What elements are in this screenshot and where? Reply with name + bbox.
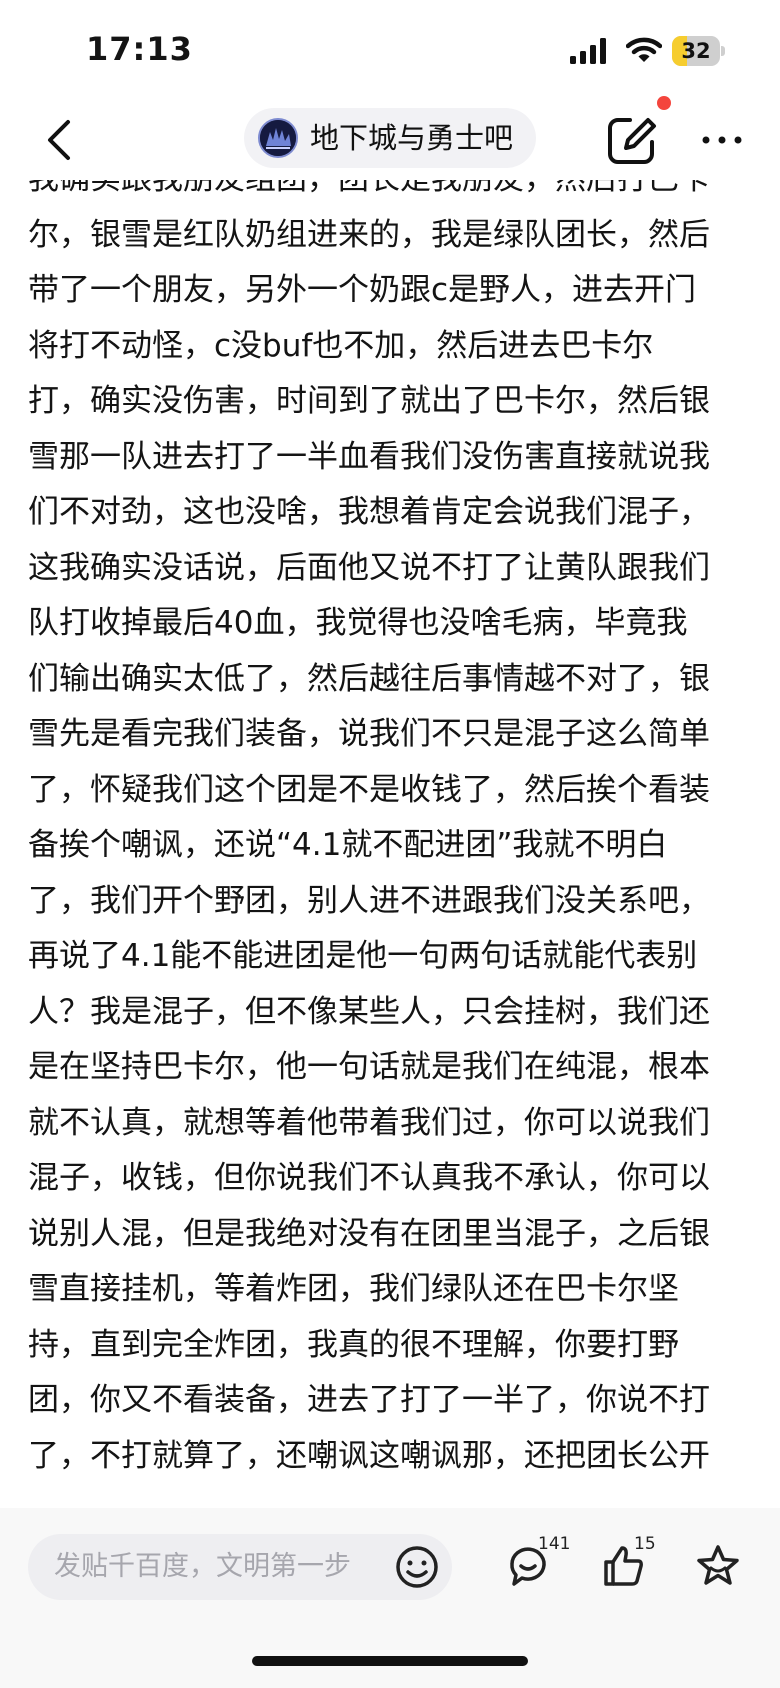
post-line: 了，怀疑我们这个团是不是收钱了，然后挨个看装 (28, 771, 710, 808)
post-line: 们输出确实太低了，然后越往后事情越不对了，银 (28, 660, 710, 697)
back-icon[interactable] (40, 116, 80, 164)
bottom-bar: 发贴千百度，文明第一步 141 15 (0, 1508, 780, 1688)
favorite-button[interactable] (690, 1536, 750, 1596)
reply-placeholder: 发贴千百度，文明第一步 (54, 1551, 351, 1582)
forum-name: 地下城与勇士吧 (310, 121, 514, 155)
post-line: 带了一个朋友，另外一个奶跟c是野人，进去开门 (28, 272, 697, 308)
reply-input[interactable]: 发贴千百度，文明第一步 (28, 1534, 452, 1600)
post-line: 团，你又不看装备，进去了打了一半了，你说不打 (28, 1382, 710, 1418)
nav-bar: 地下城与勇士吧 (0, 100, 780, 180)
notification-dot (657, 96, 671, 110)
battery-indicator: 32 (672, 36, 725, 66)
post-line: 打，确实没伤害，时间到了就出了巴卡尔，然后银 (28, 383, 710, 419)
post-line: 尔，银雪是红队奶组进来的，我是绿队团长，然后 (28, 216, 710, 253)
status-bar: 17:13 32 (0, 0, 780, 100)
post-line: 们不对劲，这也没啥，我想着肯定会说我们混子， (28, 494, 710, 530)
signal-icon (570, 38, 606, 64)
post-line: 这我确实没话说，后面他又说不打了让黄队跟我们 (28, 549, 710, 586)
more-icon[interactable] (698, 122, 746, 158)
post-line: 队打收掉最后40血，我觉得也没啥毛病，毕竟我 (28, 605, 688, 641)
comment-button[interactable]: 141 (500, 1534, 570, 1596)
post-line: 雪直接挂机，等着炸团，我们绿队还在巴卡尔坚 (28, 1271, 679, 1307)
forum-title-pill[interactable]: 地下城与勇士吧 (244, 108, 536, 168)
post-text: 我确实跟我朋友组团，团长是我朋友，然后打巴卡尔，银雪是红队奶组进来的，我是绿队团… (28, 180, 752, 1484)
post-line: 人？我是混子，但不像某些人，只会挂树，我们还 (28, 993, 710, 1030)
home-indicator (252, 1656, 528, 1666)
post-line: 雪那一队进去打了一半血看我们没伤害直接就说我 (28, 438, 710, 475)
post-line: 混子，收钱，但你说我们不认真我不承认，你可以 (28, 1160, 710, 1196)
post-line: 将打不动怪，c没buf也不加，然后进去巴卡尔 (28, 327, 654, 364)
star-icon (697, 1545, 739, 1585)
like-button[interactable]: 15 (596, 1534, 656, 1596)
post-line: 我确实跟我朋友组团，团长是我朋友，然后打巴卡 (28, 180, 752, 208)
emoji-icon[interactable] (394, 1544, 440, 1590)
wifi-icon (626, 37, 662, 62)
post-line: 了，不打就算了，还嘲讽这嘲讽那，还把团长公开 (28, 1437, 710, 1474)
post-line: 持，直到完全炸团，我真的很不理解，你要打野 (28, 1326, 679, 1363)
post-line: 雪先是看完我们装备，说我们不只是混子这么简单 (28, 716, 710, 752)
post-line: 是在坚持巴卡尔，他一句话就是我们在纯混，根本 (28, 1049, 710, 1085)
post-line: 了，我们开个野团，别人进不进跟我们没关系吧， (28, 882, 710, 919)
like-count: 15 (634, 1534, 656, 1554)
status-time: 17:13 (86, 30, 193, 68)
post-line: 备挨个嘲讽，还说“4.1就不配进团”我就不明白 (28, 827, 668, 863)
forum-logo (258, 118, 298, 158)
battery-percent: 32 (681, 39, 711, 63)
post-line: 就不认真，就想等着他带着我们过，你可以说我们 (28, 1104, 710, 1141)
edit-icon[interactable] (604, 112, 662, 168)
post-line: 说别人混，但是我绝对没有在团里当混子，之后银 (28, 1215, 710, 1252)
post-line: 再说了4.1能不能进团是他一句两句话就能代表别 (28, 938, 698, 974)
post-content: 我确实跟我朋友组团，团长是我朋友，然后打巴卡尔，银雪是红队奶组进来的，我是绿队团… (0, 180, 780, 1510)
comment-count: 141 (538, 1534, 571, 1554)
